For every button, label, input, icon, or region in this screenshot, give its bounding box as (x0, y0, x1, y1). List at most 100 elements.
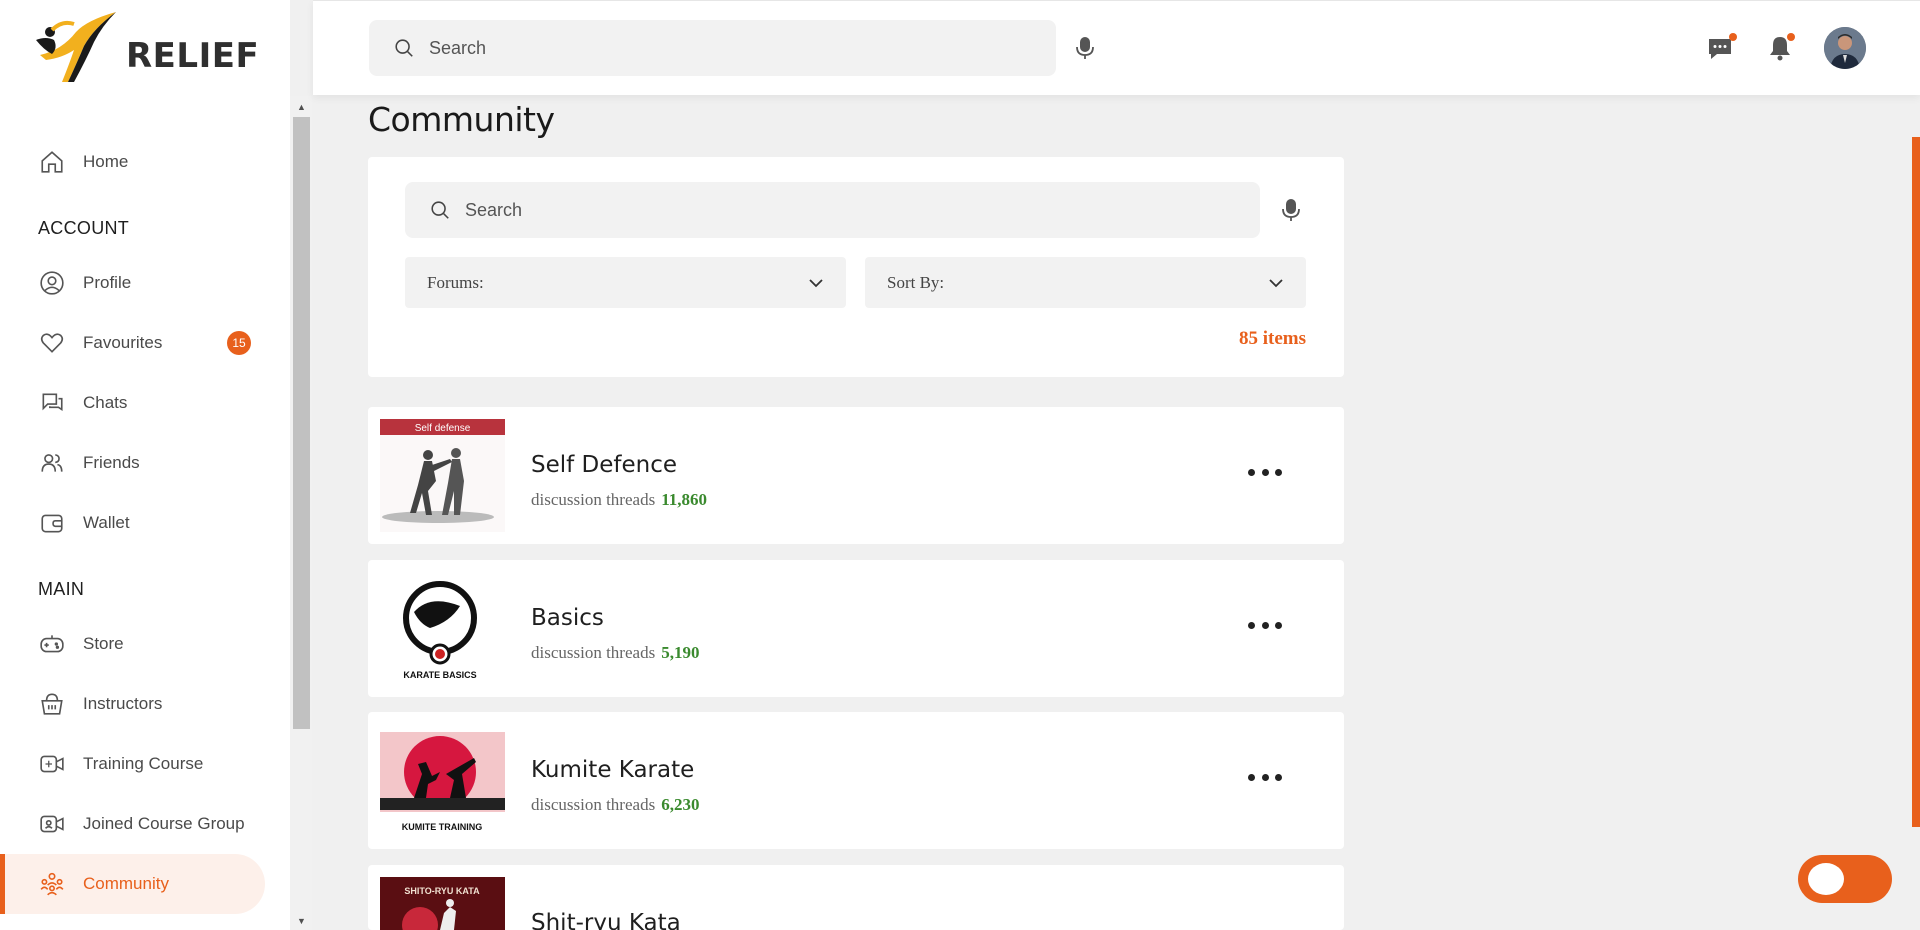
forum-thumbnail: Self defense (380, 419, 505, 532)
dot-icon (1275, 621, 1282, 629)
chevron-down-icon (809, 278, 823, 287)
header-search-box[interactable] (369, 20, 1056, 76)
user-avatar-icon (1824, 27, 1866, 69)
notifications-button[interactable] (1763, 31, 1797, 65)
dot-icon (1248, 621, 1255, 629)
sidebar-item-friends[interactable]: Friends (0, 433, 265, 493)
sidebar-item-instructors[interactable]: Instructors (0, 674, 265, 734)
sidebar-item-training-course[interactable]: Training Course (0, 734, 265, 794)
sidebar-item-chats[interactable]: Chats (0, 373, 265, 433)
sort-by-select-label: Sort By: (887, 272, 945, 292)
forum-meta: discussion threads 11,860 (531, 490, 707, 510)
karate-basics-thumbnail-icon: KARATE BASICS (380, 572, 505, 685)
forum-meta-label: discussion threads (531, 490, 656, 509)
shito-ryu-kata-thumbnail-icon: SHITO-RYU KATA (380, 877, 505, 930)
sidebar-item-label: Community (83, 874, 169, 893)
forum-card[interactable]: KUMITE TRAINING Kumite Karate discussion… (368, 712, 1344, 849)
top-header (313, 0, 1920, 95)
section-label-main: MAIN (38, 579, 85, 599)
sidebar-item-joined-course-group[interactable]: Joined Course Group (0, 794, 265, 854)
logo-icon (36, 12, 116, 82)
sidebar-item-profile[interactable]: Profile (0, 253, 265, 313)
more-options-button[interactable] (1248, 462, 1282, 482)
sidebar-scrollbar-thumb[interactable] (293, 117, 310, 729)
thumb-caption: KUMITE TRAINING (402, 822, 483, 832)
toggle-knob (1808, 863, 1844, 895)
community-search-box[interactable] (405, 182, 1260, 238)
basket-icon (38, 690, 66, 718)
sidebar-item-community[interactable]: Community (0, 854, 265, 914)
dot-icon (1275, 773, 1282, 781)
heart-icon (38, 329, 66, 357)
forum-title[interactable]: Kumite Karate (531, 757, 694, 783)
home-icon (38, 148, 66, 176)
thread-count: 5,190 (661, 643, 700, 662)
header-mic-button[interactable] (1071, 34, 1099, 62)
scroll-up-arrow-icon[interactable]: ▲ (293, 100, 310, 114)
video-group-icon (38, 810, 66, 838)
dot-icon (1261, 468, 1269, 476)
forum-title[interactable]: Basics (531, 605, 604, 631)
forum-meta: discussion threads 6,230 (531, 795, 699, 815)
forum-card[interactable]: KARATE BASICS Basics discussion threads 5… (368, 560, 1344, 697)
sidebar-item-store[interactable]: Store (0, 614, 265, 674)
users-icon (38, 449, 66, 477)
notifications-dot (1787, 33, 1795, 41)
more-options-button[interactable] (1248, 615, 1282, 635)
page-scroll-indicator[interactable] (1912, 137, 1920, 827)
thumb-caption: SHITO-RYU KATA (404, 886, 480, 896)
forum-card[interactable]: SHITO-RYU KATA Shit-ryu Kata (368, 865, 1344, 930)
header-search-input[interactable] (429, 37, 979, 59)
section-label-account: ACCOUNT (38, 218, 130, 238)
logo[interactable]: RELIEF (32, 10, 259, 85)
thread-count: 6,230 (661, 795, 700, 814)
video-camera-icon (38, 750, 66, 778)
sidebar-item-label: Wallet (83, 513, 130, 532)
thumb-caption: Self defense (415, 423, 471, 434)
kumite-training-thumbnail-icon: KUMITE TRAINING (380, 724, 505, 837)
sidebar-item-favourites[interactable]: Favourites 15 (0, 313, 265, 373)
thread-count: 11,860 (661, 490, 707, 509)
community-mic-button[interactable] (1277, 196, 1305, 224)
messages-button[interactable] (1703, 31, 1737, 65)
favourites-count-badge: 15 (227, 331, 251, 355)
search-icon (431, 201, 449, 219)
dot-icon (1248, 773, 1255, 781)
community-search-input[interactable] (465, 199, 1149, 221)
forums-select[interactable]: Forums: (405, 257, 846, 308)
sidebar: RELIEF Home ACCOUNT Profile Favourites 1… (0, 0, 290, 930)
wallet-icon (38, 509, 66, 537)
forums-select-label: Forums: (427, 272, 484, 292)
logo-text: RELIEF (126, 35, 260, 76)
sort-by-select[interactable]: Sort By: (865, 257, 1306, 308)
microphone-icon (1282, 199, 1300, 221)
items-count: 85 items (1238, 328, 1306, 349)
forum-title[interactable]: Shit-ryu Kata (531, 910, 681, 930)
chevron-down-icon (1269, 278, 1283, 287)
sidebar-item-label: Instructors (83, 694, 163, 713)
sidebar-item-label: Joined Course Group (83, 814, 245, 833)
sidebar-item-wallet[interactable]: Wallet (0, 493, 265, 553)
dot-icon (1261, 621, 1269, 629)
sidebar-item-home[interactable]: Home (0, 132, 265, 192)
scroll-down-arrow-icon[interactable]: ▼ (293, 914, 310, 928)
forum-card[interactable]: Self defense Self Defence discussion thr… (368, 407, 1344, 544)
dot-icon (1248, 468, 1255, 476)
sidebar-item-label: Profile (83, 273, 132, 292)
sidebar-item-label: Home (83, 152, 129, 171)
self-defense-thumbnail-icon: Self defense (380, 419, 505, 532)
sidebar-item-label: Favourites (83, 333, 163, 352)
theme-toggle[interactable] (1798, 855, 1892, 903)
sidebar-item-label: Store (83, 634, 124, 653)
gamepad-icon (38, 630, 66, 658)
user-circle-icon (38, 269, 66, 297)
more-options-button[interactable] (1248, 767, 1282, 787)
forum-meta: discussion threads 5,190 (531, 643, 699, 663)
filter-card: Forums: Sort By: 85 items (368, 157, 1344, 377)
dot-icon (1275, 468, 1282, 476)
sidebar-item-label: Friends (83, 453, 140, 472)
sidebar-item-label: Chats (83, 393, 128, 412)
forum-meta-label: discussion threads (531, 795, 656, 814)
forum-title[interactable]: Self Defence (531, 452, 677, 478)
avatar[interactable] (1824, 27, 1866, 69)
